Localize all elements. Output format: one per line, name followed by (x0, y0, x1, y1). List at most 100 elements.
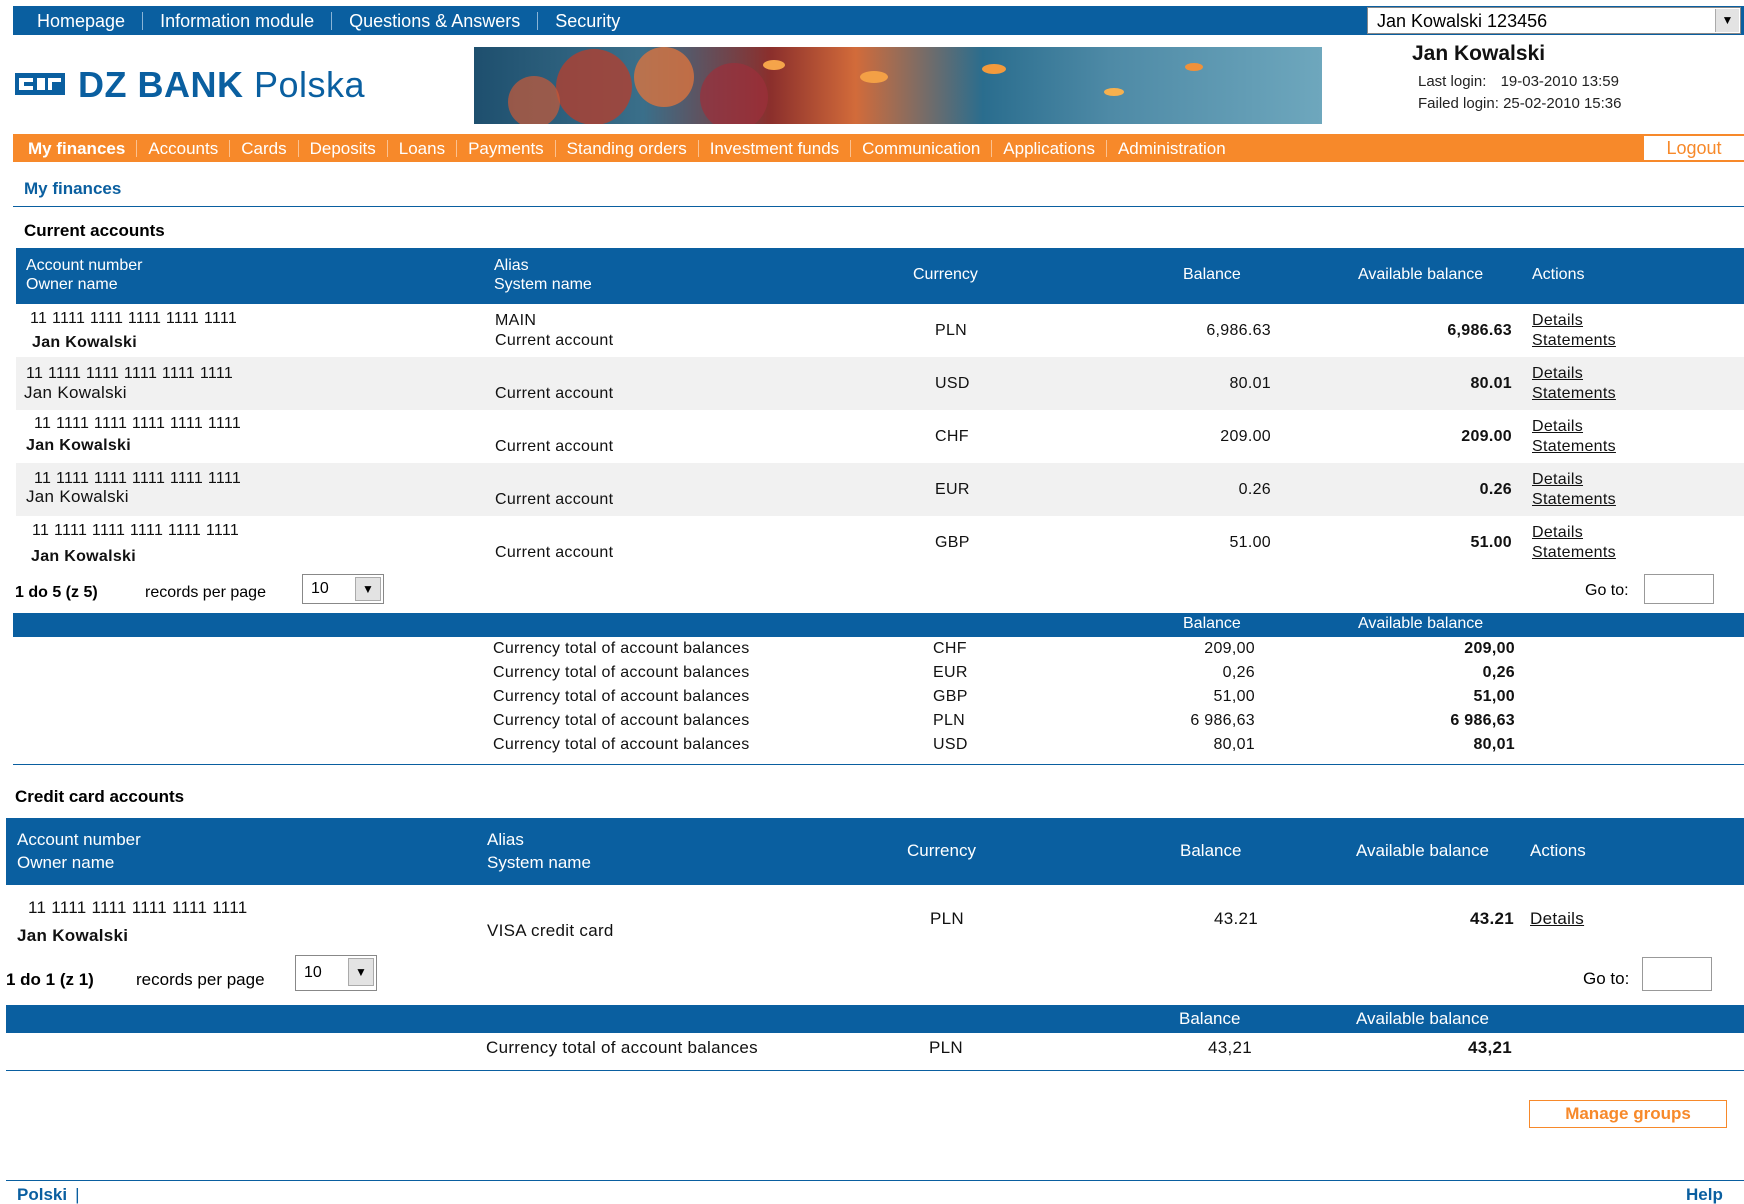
help-link[interactable]: Help (1686, 1185, 1723, 1204)
details-link[interactable]: Details (1532, 418, 1583, 436)
balance: 0.26 (1238, 481, 1271, 498)
currency: USD (935, 375, 970, 392)
table-row: 11 1111 1111 1111 1111 1111 Jan Kowalski… (16, 357, 1744, 410)
system-name: Current account (495, 491, 614, 508)
system-name: Current account (495, 438, 614, 455)
nav-deposits[interactable]: Deposits (297, 139, 387, 157)
currency: PLN (935, 322, 968, 339)
nav-administration[interactable]: Administration (1105, 139, 1237, 157)
pager-range: 1 do 1 (z 1) (6, 970, 94, 989)
chevron-down-icon[interactable]: ▼ (348, 958, 374, 986)
nav-standing-orders[interactable]: Standing orders (554, 139, 698, 157)
last-login: Last login: 19-03-2010 13:59 (1418, 73, 1619, 90)
owner-name: Jan Kowalski (17, 926, 129, 945)
credit-accounts-header: Account number Owner name Alias System n… (6, 818, 1744, 885)
chevron-down-icon[interactable]: ▼ (355, 577, 381, 601)
footer-separator: | (75, 1185, 80, 1204)
statements-link[interactable]: Statements (1532, 544, 1616, 562)
nav-applications[interactable]: Applications (991, 139, 1106, 157)
user-name: Jan Kowalski (1412, 42, 1546, 65)
statements-link[interactable]: Statements (1532, 491, 1616, 509)
system-name: VISA credit card (487, 921, 614, 940)
statements-link[interactable]: Statements (1532, 385, 1616, 403)
goto-label: Go to: (1585, 582, 1629, 599)
nav-investment-funds[interactable]: Investment funds (697, 139, 850, 157)
section-title-credit-card-accounts: Credit card accounts (15, 787, 185, 806)
records-per-page-value: 10 (304, 964, 322, 981)
footer-divider (6, 1180, 1744, 1181)
header-currency: Currency (913, 266, 978, 283)
details-link[interactable]: Details (1532, 524, 1583, 542)
nav-my-finances[interactable]: My finances (20, 140, 136, 157)
totals-currency: EUR (933, 664, 968, 681)
table-row: 11 1111 1111 1111 1111 1111 Jan Kowalski… (6, 885, 1744, 945)
balance: 51.00 (1229, 534, 1271, 551)
current-accounts-header: Account number Owner name Alias System n… (16, 248, 1744, 304)
records-per-page-label: records per page (145, 584, 266, 601)
currency: PLN (930, 909, 964, 928)
section-title-current-accounts: Current accounts (24, 221, 165, 240)
top-nav-security[interactable]: Security (537, 11, 637, 30)
totals-header: Balance Available balance (6, 1005, 1744, 1033)
totals-label: Currency total of account balances (493, 712, 750, 729)
user-context-value: Jan Kowalski 123456 (1377, 11, 1548, 31)
totals-available: 43,21 (1467, 1038, 1512, 1057)
statements-link[interactable]: Statements (1532, 332, 1616, 350)
language-link[interactable]: Polski | (17, 1185, 80, 1204)
breadcrumb: My finances (24, 179, 122, 198)
statements-link[interactable]: Statements (1532, 438, 1616, 456)
details-link[interactable]: Details (1530, 909, 1584, 929)
header-available-balance: Available balance (1358, 266, 1484, 283)
currency: CHF (935, 428, 969, 445)
top-nav-information-module[interactable]: Information module (142, 11, 331, 30)
totals-row: Currency total of account balances USD 8… (0, 734, 1744, 758)
logout-button[interactable]: Logout (1644, 136, 1744, 160)
table-row: 11 1111 1111 1111 1111 1111 Jan Kowalski… (16, 410, 1744, 463)
totals-balance: 80,01 (1213, 736, 1255, 753)
top-nav-homepage[interactable]: Homepage (20, 12, 142, 30)
balance: 209.00 (1220, 428, 1271, 445)
account-number: 11 1111 1111 1111 1111 1111 (26, 365, 234, 382)
goto-page-input[interactable] (1642, 957, 1712, 991)
totals-balance: 51,00 (1213, 688, 1255, 705)
top-nav-questions-answers[interactable]: Questions & Answers (331, 11, 537, 30)
goto-page-input[interactable] (1644, 574, 1714, 604)
totals-balance: 43,21 (1207, 1038, 1252, 1057)
totals-available: 209,00 (1464, 640, 1515, 657)
balance: 80.01 (1229, 375, 1271, 392)
header-account-number: Account number (17, 830, 141, 849)
header-owner-name: Owner name (17, 853, 115, 872)
nav-cards[interactable]: Cards (229, 139, 297, 157)
details-link[interactable]: Details (1532, 471, 1583, 489)
table-row: 11 1111 1111 1111 1111 1111 Jan Kowalski… (16, 463, 1744, 516)
manage-groups-button[interactable]: Manage groups (1529, 1100, 1727, 1128)
records-per-page-select[interactable]: 10 ▼ (302, 574, 384, 604)
available-balance: 6,986.63 (1447, 322, 1512, 339)
user-context-select[interactable]: Jan Kowalski 123456 ▼ (1367, 7, 1741, 34)
details-link[interactable]: Details (1532, 365, 1583, 383)
totals-currency: USD (933, 736, 968, 753)
header-actions: Actions (1530, 841, 1586, 860)
records-per-page-select[interactable]: 10 ▼ (295, 955, 377, 991)
totals-header: Balance Available balance (13, 613, 1744, 637)
details-link[interactable]: Details (1532, 312, 1583, 330)
bank-logo-icon (15, 73, 65, 95)
totals-balance: 209,00 (1204, 640, 1255, 657)
totals-row: Currency total of account balances EUR 0… (0, 662, 1744, 686)
nav-accounts[interactable]: Accounts (136, 139, 229, 157)
brand-bold: DZ BANK (78, 64, 244, 105)
totals-balance: 6 986,63 (1190, 712, 1255, 729)
available-balance: 0.26 (1479, 481, 1512, 498)
header-system-name: System name (494, 276, 592, 293)
balance: 6,986.63 (1206, 322, 1271, 339)
nav-payments[interactable]: Payments (456, 139, 555, 157)
account-number: 11 1111 1111 1111 1111 1111 (34, 470, 242, 487)
owner-name: Jan Kowalski (26, 487, 129, 506)
nav-loans[interactable]: Loans (386, 139, 456, 157)
system-name: Current account (495, 385, 614, 402)
chevron-down-icon[interactable]: ▼ (1715, 9, 1739, 32)
nav-communication[interactable]: Communication (850, 139, 991, 157)
available-balance: 209.00 (1461, 428, 1512, 445)
account-number: 11 1111 1111 1111 1111 1111 (32, 522, 240, 539)
owner-name: Jan Kowalski (31, 548, 136, 565)
